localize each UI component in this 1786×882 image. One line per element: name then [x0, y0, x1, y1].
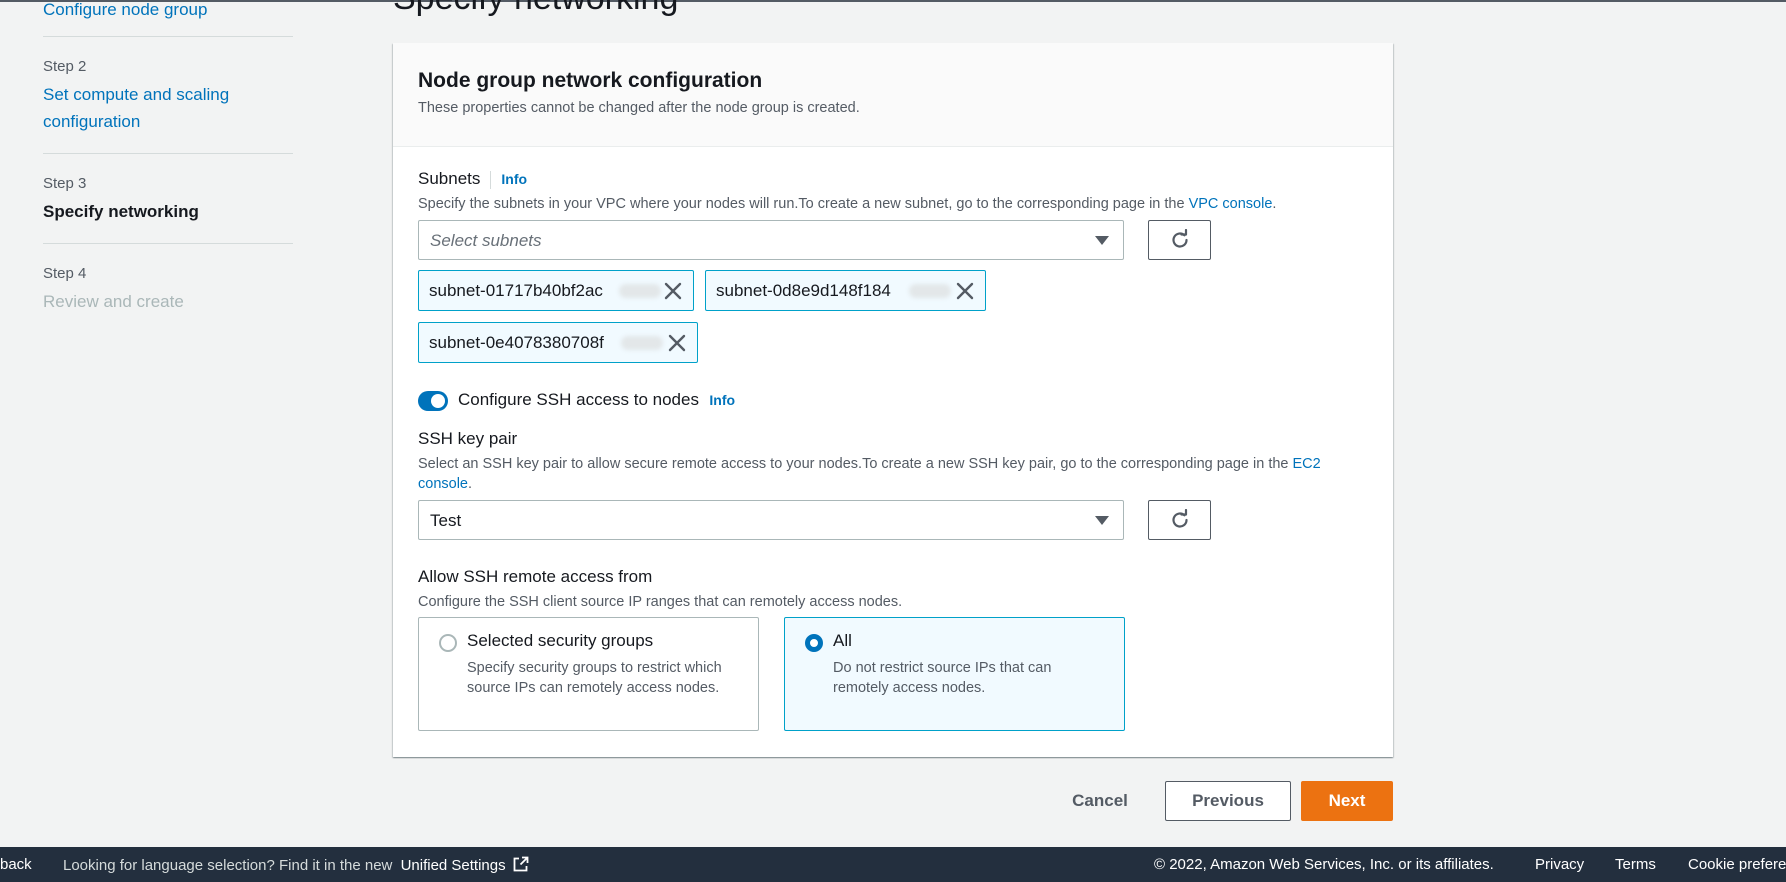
subnets-label-row: Subnets Info [418, 169, 527, 189]
tile-all[interactable]: All Do not restrict source IPs that can … [784, 617, 1125, 731]
nav-step1-link[interactable]: Configure node group [43, 0, 293, 23]
cookie-preferences-link[interactable]: Cookie prefere [1688, 856, 1786, 873]
previous-button[interactable]: Previous [1165, 781, 1291, 821]
remove-close-icon[interactable] [955, 281, 975, 301]
copyright-text: © 2022, Amazon Web Services, Inc. or its… [1154, 856, 1494, 873]
ssh-access-toggle[interactable] [418, 391, 448, 411]
nav-divider [43, 36, 293, 37]
subnet-token: subnet-0e4078380708f [418, 322, 698, 363]
caret-down-icon [1095, 516, 1109, 525]
nav-step3-current: Specify networking [43, 202, 199, 221]
toggle-knob [431, 394, 445, 408]
ssh-key-select[interactable]: Test [418, 500, 1124, 540]
language-text: Looking for language selection? Find it … [63, 857, 393, 874]
refresh-icon [1171, 229, 1188, 248]
subnet-token: subnet-0d8e9d148f184 [705, 270, 986, 311]
remove-close-icon[interactable] [667, 333, 687, 353]
remote-access-label: Allow SSH remote access from [418, 567, 653, 586]
wizard-nav: Configure node group Step 2 Set compute … [43, 0, 293, 315]
ssh-key-desc-text: Select an SSH key pair to allow secure r… [418, 456, 1289, 472]
tile-title: Selected security groups [467, 631, 654, 650]
subnets-placeholder: Select subnets [430, 231, 542, 250]
next-button[interactable]: Next [1301, 781, 1393, 821]
language-notice: Looking for language selection? Find it … [63, 856, 529, 874]
network-config-panel: Node group network configuration These p… [393, 43, 1393, 757]
subnets-desc-text: Specify the subnets in your VPC where yo… [418, 196, 1185, 212]
subnets-desc-end: . [1272, 196, 1277, 212]
subnets-select[interactable]: Select subnets [418, 220, 1124, 260]
tile-selected-security-groups[interactable]: Selected security groups Specify securit… [418, 617, 759, 731]
subnet-token-label: subnet-01717b40bf2ac [429, 281, 603, 300]
separator [490, 170, 492, 189]
tile-title: All [833, 631, 852, 650]
nav-step2-link[interactable]: Set compute and scaling configuration [43, 81, 293, 135]
nav-step3-label: Step 3 [43, 175, 87, 192]
radio-all[interactable] [805, 634, 823, 652]
redaction-blur [619, 284, 661, 298]
subnets-label: Subnets [418, 169, 481, 188]
redaction-blur [621, 336, 663, 350]
subnet-token-label: subnet-0e4078380708f [429, 333, 604, 352]
ssh-key-label: SSH key pair [418, 429, 518, 448]
nav-step4-label: Step 4 [43, 265, 87, 282]
remove-close-icon[interactable] [663, 281, 683, 301]
redaction-blur [909, 284, 951, 298]
nav-step2-label: Step 2 [43, 58, 87, 75]
subnet-token-label: subnet-0d8e9d148f184 [716, 281, 891, 300]
nav-divider [43, 153, 293, 154]
refresh-icon [1171, 509, 1188, 528]
subnets-description: Specify the subnets in your VPC where yo… [418, 194, 1378, 214]
vpc-console-link[interactable]: VPC console [1189, 196, 1273, 212]
panel-subtitle: These properties cannot be changed after… [418, 100, 860, 116]
subnets-refresh-button[interactable] [1148, 220, 1211, 260]
caret-down-icon [1095, 236, 1109, 245]
subnets-info-link[interactable]: Info [501, 171, 527, 187]
unified-settings-link[interactable]: Unified Settings [401, 856, 529, 874]
panel-header: Node group network configuration These p… [393, 43, 1393, 147]
ssh-toggle-label-row: Configure SSH access to nodes Info [458, 390, 735, 410]
ssh-key-description: Select an SSH key pair to allow secure r… [418, 454, 1378, 494]
ssh-toggle-label: Configure SSH access to nodes [458, 390, 699, 409]
ssh-key-desc-end: . [467, 476, 473, 492]
radio-security-groups[interactable] [439, 634, 457, 652]
feedback-link[interactable]: back [0, 856, 32, 873]
panel-title: Node group network configuration [418, 69, 763, 92]
ssh-info-link[interactable]: Info [709, 392, 735, 408]
nav-divider [43, 243, 293, 244]
ssh-key-refresh-button[interactable] [1148, 500, 1211, 540]
terms-link[interactable]: Terms [1615, 856, 1656, 873]
ssh-key-value: Test [430, 511, 462, 530]
subnet-token: subnet-01717b40bf2ac [418, 270, 694, 311]
cancel-button[interactable]: Cancel [1060, 781, 1140, 821]
remote-access-description: Configure the SSH client source IP range… [418, 594, 903, 610]
nav-step4-disabled: Review and create [43, 292, 184, 311]
page-title: Specify networking [393, 0, 678, 18]
tile-description: Specify security groups to restrict whic… [467, 660, 722, 696]
external-link-icon [513, 856, 529, 872]
privacy-link[interactable]: Privacy [1535, 856, 1584, 873]
tile-description: Do not restrict source IPs that can remo… [833, 660, 1052, 696]
console-footer: back Looking for language selection? Fin… [0, 847, 1786, 882]
